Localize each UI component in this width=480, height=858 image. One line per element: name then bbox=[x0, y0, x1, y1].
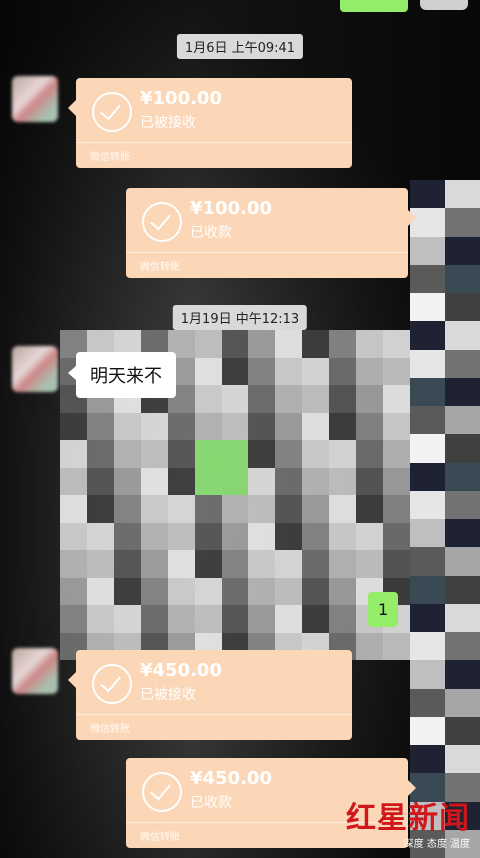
news-watermark-logo: 红星新闻 深度 态度 温度 bbox=[346, 793, 470, 850]
check-circle-icon bbox=[92, 664, 132, 704]
transfer-status: 已被接收 bbox=[140, 687, 196, 703]
transfer-amount: ¥450.00 bbox=[140, 660, 222, 681]
transfer-status: 已收款 bbox=[190, 795, 232, 811]
avatar[interactable] bbox=[12, 346, 58, 392]
transfer-card[interactable]: ¥450.00 已被接收 微信转账 bbox=[68, 650, 352, 740]
transfer-amount: ¥450.00 bbox=[190, 768, 272, 789]
watermark-tagline: 深度 态度 温度 bbox=[403, 839, 470, 850]
transfer-footer: 微信转账 bbox=[90, 724, 130, 735]
divider bbox=[76, 142, 352, 143]
message-bubble[interactable]: 明天来不 bbox=[68, 352, 176, 398]
partial-thumbnail bbox=[420, 0, 468, 10]
watermark-brand: 红星新闻 bbox=[346, 801, 470, 836]
check-circle-icon bbox=[142, 202, 182, 242]
transfer-status: 已收款 bbox=[190, 225, 232, 241]
transfer-amount: ¥100.00 bbox=[140, 88, 222, 109]
check-circle-icon bbox=[142, 772, 182, 812]
timestamp: 1月6日 上午09:41 bbox=[176, 34, 304, 59]
transfer-footer: 微信转账 bbox=[140, 832, 180, 843]
partial-sent-bubble bbox=[340, 0, 408, 12]
transfer-status: 已被接收 bbox=[140, 115, 196, 131]
sent-message-bubble[interactable]: 1 bbox=[368, 592, 399, 627]
transfer-amount: ¥100.00 bbox=[190, 198, 272, 219]
divider bbox=[76, 714, 352, 715]
avatar[interactable] bbox=[12, 76, 58, 122]
transfer-card[interactable]: ¥100.00 已收款 微信转账 bbox=[126, 188, 416, 278]
timestamp: 1月19日 中午12:13 bbox=[172, 305, 308, 330]
transfer-footer: 微信转账 bbox=[140, 262, 180, 273]
check-circle-icon bbox=[92, 92, 132, 132]
divider bbox=[126, 252, 408, 253]
avatar[interactable] bbox=[12, 648, 58, 694]
transfer-footer: 微信转账 bbox=[90, 152, 130, 163]
pixelated-strip bbox=[410, 180, 480, 858]
transfer-card[interactable]: ¥100.00 已被接收 微信转账 bbox=[68, 78, 352, 168]
